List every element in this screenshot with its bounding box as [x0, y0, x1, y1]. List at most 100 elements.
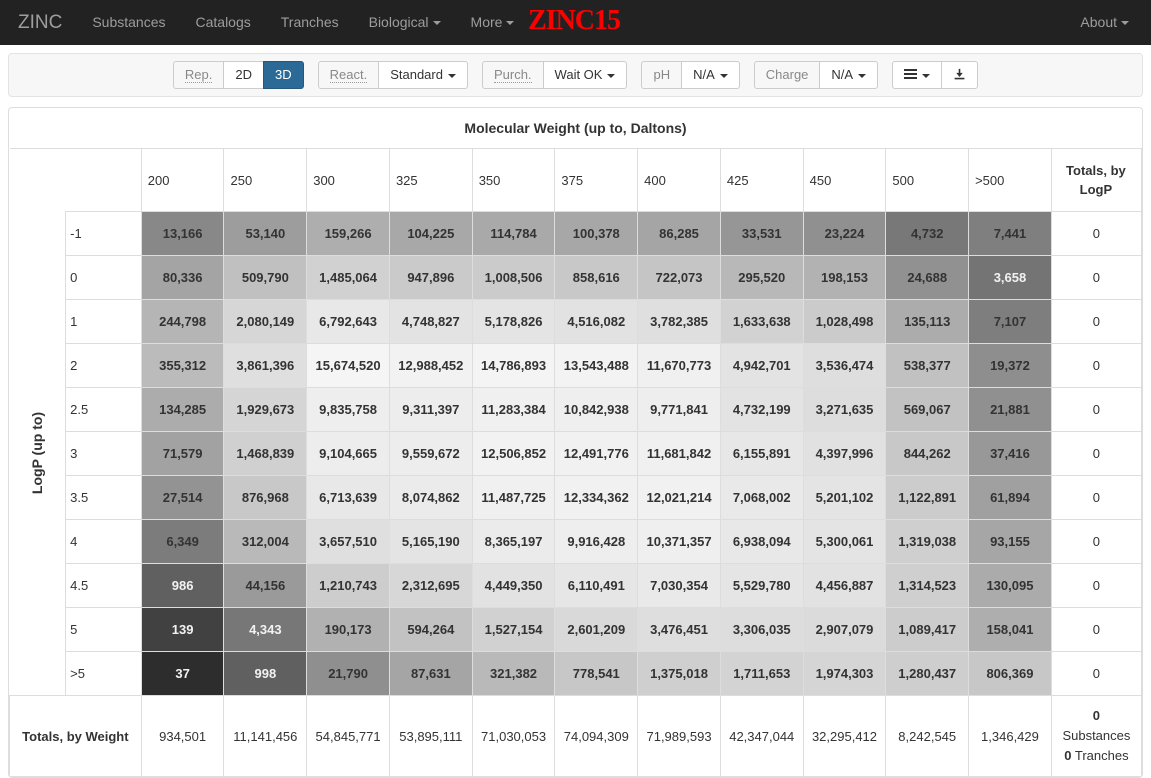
download-button[interactable]: [941, 61, 979, 89]
matrix-cell[interactable]: 44,156: [223, 563, 308, 608]
matrix-cell[interactable]: 538,377: [885, 343, 970, 388]
matrix-cell[interactable]: 6,110,491: [554, 563, 639, 608]
matrix-cell[interactable]: 100,378: [554, 211, 639, 256]
matrix-cell[interactable]: 139: [140, 607, 225, 652]
reactivity-dropdown[interactable]: Standard: [378, 61, 468, 89]
matrix-cell[interactable]: 9,311,397: [388, 387, 473, 432]
matrix-cell[interactable]: 806,369: [968, 651, 1052, 696]
matrix-cell[interactable]: 3,658: [968, 255, 1052, 300]
matrix-cell[interactable]: 1,527,154: [471, 607, 556, 652]
matrix-cell[interactable]: 355,312: [140, 343, 225, 388]
matrix-cell[interactable]: 12,988,452: [388, 343, 473, 388]
matrix-cell[interactable]: 8,074,862: [388, 475, 473, 520]
matrix-cell[interactable]: 13,543,488: [554, 343, 639, 388]
matrix-cell[interactable]: 86,285: [637, 211, 721, 256]
matrix-cell[interactable]: 3,782,385: [637, 299, 721, 344]
nav-item-catalogs[interactable]: Catalogs: [181, 0, 266, 45]
matrix-cell[interactable]: 1,633,638: [719, 299, 804, 344]
matrix-cell[interactable]: 321,382: [471, 651, 556, 696]
matrix-cell[interactable]: 12,334,362: [554, 475, 639, 520]
matrix-cell[interactable]: 244,798: [140, 299, 225, 344]
matrix-cell[interactable]: 5,178,826: [471, 299, 556, 344]
matrix-cell[interactable]: 93,155: [968, 519, 1052, 564]
matrix-cell[interactable]: 190,173: [306, 607, 390, 652]
matrix-cell[interactable]: 9,104,665: [306, 431, 390, 476]
matrix-cell[interactable]: 4,456,887: [802, 563, 887, 608]
matrix-cell[interactable]: 61,894: [968, 475, 1052, 520]
matrix-cell[interactable]: 10,371,357: [637, 519, 721, 564]
matrix-cell[interactable]: 312,004: [223, 519, 308, 564]
matrix-cell[interactable]: 509,790: [223, 255, 308, 300]
matrix-cell[interactable]: 5,201,102: [802, 475, 887, 520]
matrix-cell[interactable]: 3,536,474: [802, 343, 887, 388]
matrix-cell[interactable]: 594,264: [388, 607, 473, 652]
grid-view-dropdown[interactable]: [892, 61, 943, 89]
matrix-cell[interactable]: 2,907,079: [802, 607, 887, 652]
matrix-cell[interactable]: 134,285: [140, 387, 225, 432]
ph-dropdown[interactable]: N/A: [681, 61, 740, 89]
matrix-cell[interactable]: 7,068,002: [719, 475, 804, 520]
matrix-cell[interactable]: 2,312,695: [388, 563, 473, 608]
matrix-cell[interactable]: 12,506,852: [471, 431, 556, 476]
matrix-cell[interactable]: 6,155,891: [719, 431, 804, 476]
matrix-cell[interactable]: 1,929,673: [223, 387, 308, 432]
matrix-cell[interactable]: 2,080,149: [223, 299, 308, 344]
matrix-cell[interactable]: 1,314,523: [885, 563, 970, 608]
matrix-cell[interactable]: 4,732,199: [719, 387, 804, 432]
matrix-cell[interactable]: 5,165,190: [388, 519, 473, 564]
matrix-cell[interactable]: 5,300,061: [802, 519, 887, 564]
matrix-cell[interactable]: 2,601,209: [554, 607, 639, 652]
matrix-cell[interactable]: 12,491,776: [554, 431, 639, 476]
matrix-cell[interactable]: 158,041: [968, 607, 1052, 652]
matrix-cell[interactable]: 778,541: [554, 651, 639, 696]
brand-link[interactable]: ZINC: [0, 0, 77, 45]
matrix-cell[interactable]: 23,224: [802, 211, 887, 256]
matrix-cell[interactable]: 998: [223, 651, 308, 696]
charge-dropdown[interactable]: N/A: [819, 61, 879, 89]
matrix-cell[interactable]: 6,349: [140, 519, 225, 564]
matrix-cell[interactable]: 3,271,635: [802, 387, 887, 432]
matrix-cell[interactable]: 1,089,417: [885, 607, 970, 652]
matrix-cell[interactable]: 104,225: [388, 211, 473, 256]
matrix-cell[interactable]: 9,916,428: [554, 519, 639, 564]
matrix-cell[interactable]: 4,449,350: [471, 563, 556, 608]
matrix-cell[interactable]: 3,306,035: [719, 607, 804, 652]
matrix-cell[interactable]: 1,028,498: [802, 299, 887, 344]
nav-item-more[interactable]: More: [456, 0, 530, 45]
nav-item-tranches[interactable]: Tranches: [266, 0, 354, 45]
matrix-cell[interactable]: 1,711,653: [719, 651, 804, 696]
matrix-cell[interactable]: 4,748,827: [388, 299, 473, 344]
matrix-cell[interactable]: 135,113: [885, 299, 970, 344]
matrix-cell[interactable]: 114,784: [471, 211, 556, 256]
matrix-cell[interactable]: 947,896: [388, 255, 473, 300]
matrix-cell[interactable]: 11,283,384: [471, 387, 556, 432]
matrix-cell[interactable]: 1,319,038: [885, 519, 970, 564]
matrix-cell[interactable]: 3,861,396: [223, 343, 308, 388]
matrix-cell[interactable]: 21,881: [968, 387, 1052, 432]
matrix-cell[interactable]: 8,365,197: [471, 519, 556, 564]
matrix-cell[interactable]: 1,008,506: [471, 255, 556, 300]
matrix-cell[interactable]: 1,375,018: [637, 651, 721, 696]
matrix-cell[interactable]: 37,416: [968, 431, 1052, 476]
matrix-cell[interactable]: 19,372: [968, 343, 1052, 388]
nav-item-biological[interactable]: Biological: [354, 0, 456, 45]
matrix-cell[interactable]: 6,792,643: [306, 299, 390, 344]
purchasability-dropdown[interactable]: Wait OK: [542, 61, 628, 89]
matrix-cell[interactable]: 7,441: [968, 211, 1052, 256]
matrix-cell[interactable]: 1,280,437: [885, 651, 970, 696]
matrix-cell[interactable]: 4,343: [223, 607, 308, 652]
matrix-cell[interactable]: 12,021,214: [637, 475, 721, 520]
matrix-cell[interactable]: 1,485,064: [306, 255, 390, 300]
nav-item-substances[interactable]: Substances: [77, 0, 180, 45]
matrix-cell[interactable]: 37: [140, 651, 225, 696]
matrix-cell[interactable]: 3,476,451: [637, 607, 721, 652]
matrix-cell[interactable]: 130,095: [968, 563, 1052, 608]
matrix-cell[interactable]: 21,790: [306, 651, 390, 696]
matrix-cell[interactable]: 5,529,780: [719, 563, 804, 608]
matrix-cell[interactable]: 844,262: [885, 431, 970, 476]
matrix-cell[interactable]: 7,030,354: [637, 563, 721, 608]
matrix-cell[interactable]: 295,520: [719, 255, 804, 300]
nav-item-about[interactable]: About: [1070, 0, 1139, 45]
matrix-cell[interactable]: 15,674,520: [306, 343, 390, 388]
matrix-cell[interactable]: 11,670,773: [637, 343, 721, 388]
